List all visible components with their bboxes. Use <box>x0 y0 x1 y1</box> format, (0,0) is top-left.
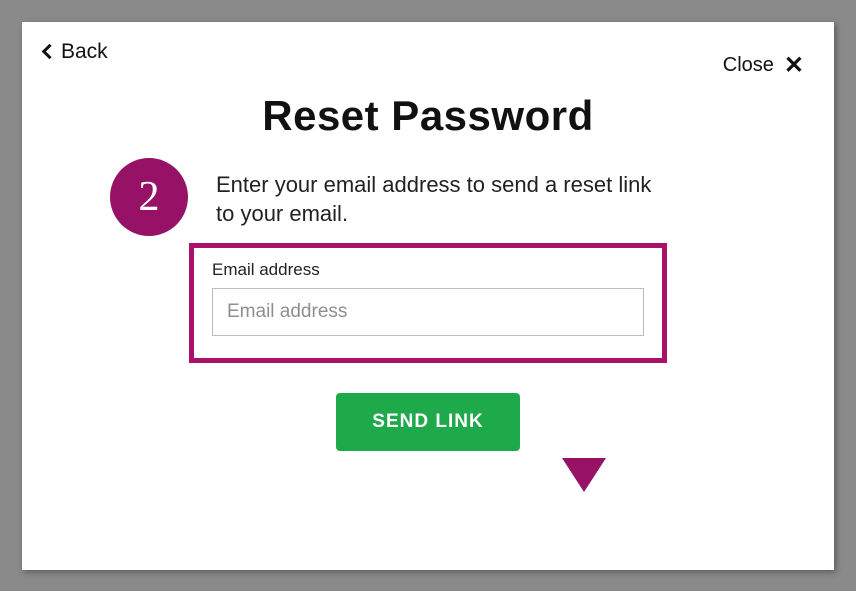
reset-password-modal: Back Close ✕ Reset Password Enter your e… <box>22 22 834 570</box>
close-label: Close <box>723 54 774 77</box>
chevron-left-icon <box>42 44 58 60</box>
step-badge: 2 <box>110 158 188 236</box>
send-link-button[interactable]: SEND LINK <box>336 393 519 451</box>
page-title: Reset Password <box>22 92 834 140</box>
back-button[interactable]: Back <box>44 40 108 64</box>
close-button[interactable]: Close ✕ <box>723 54 804 78</box>
email-label: Email address <box>212 260 644 280</box>
back-label: Back <box>61 40 108 64</box>
pointer-triangle-icon <box>562 458 606 492</box>
instructions-text: Enter your email address to send a reset… <box>198 170 658 229</box>
email-field-highlight: Email address <box>189 243 667 363</box>
step-number: 2 <box>139 173 160 221</box>
close-icon: ✕ <box>784 54 804 78</box>
email-input[interactable] <box>212 288 644 336</box>
